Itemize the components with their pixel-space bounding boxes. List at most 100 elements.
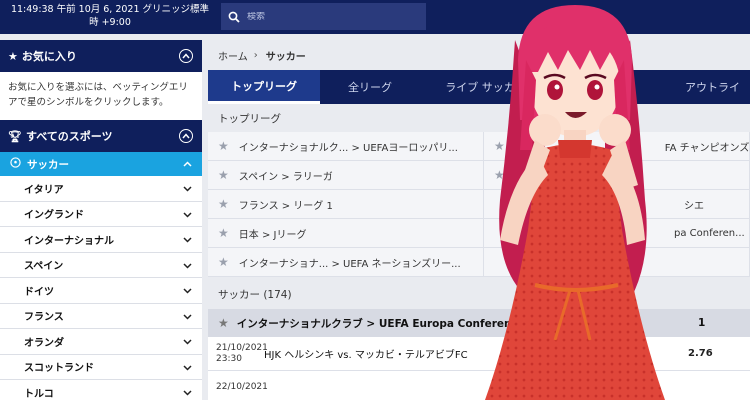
chevron-down-icon xyxy=(183,210,192,221)
league-label-fragment: pa Conferen... xyxy=(674,227,745,239)
sidebar-item-country[interactable]: オランダ xyxy=(0,329,202,355)
sidebar-item-label: スコットランド xyxy=(24,363,94,375)
league-item[interactable]: シエ xyxy=(484,190,750,219)
league-label-fragment: シエ xyxy=(684,200,704,212)
clock-line-1: 11:49:38 午前 10月 6, 2021 グリニッジ標準 xyxy=(10,4,210,15)
sidebar-item-country[interactable]: ドイツ xyxy=(0,278,202,304)
league-label: インターナショナ... > UEFA ネーションズリー... xyxy=(238,258,461,270)
tab-live-soccer[interactable]: ライブ サッカ xyxy=(420,70,540,104)
league-label-fragment: FA チャンピオンズ... xyxy=(664,142,750,154)
sidebar-item-label: イタリア xyxy=(24,184,64,196)
tab-all-leagues[interactable]: 全リーグ xyxy=(320,70,420,104)
match-date: 22/10/2021 xyxy=(216,382,268,392)
match-teams: HJK ヘルシンキ vs. マッカビ・テルアビブFC xyxy=(264,350,468,361)
competition-header[interactable]: ★ インターナショナルクラブ > UEFA Europa Conferen 1 xyxy=(208,309,750,337)
soccer-count: サッカー (174) xyxy=(218,288,292,301)
star-icon: ★ xyxy=(8,49,18,63)
sidebar-item-country[interactable]: フランス xyxy=(0,303,202,329)
match-time: 23:30 xyxy=(216,353,242,364)
favorites-description: お気に入りを選ぶには、ベッティングエリアで星のシンボルをクリックします。 xyxy=(8,82,188,108)
league-label: 日本 > Jリーグ xyxy=(238,229,307,241)
match-row[interactable]: 21/10/2021 23:30 HJK ヘルシンキ vs. マッカビ・テルアビ… xyxy=(208,337,750,371)
sidebar-item-country[interactable]: スコットランド xyxy=(0,354,202,380)
top-leagues-title: トップリーグ xyxy=(208,104,750,132)
star-icon[interactable]: ★ xyxy=(218,255,229,269)
trophy-icon: 🏆︎ xyxy=(8,129,22,143)
competition-label: インターナショナルクラブ > UEFA Europa Conferen xyxy=(236,317,512,330)
collapse-icon[interactable] xyxy=(179,129,193,143)
sidebar-item-label: イングランド xyxy=(24,210,84,222)
odds-button[interactable]: 2.76 xyxy=(688,348,713,359)
soccer-ball-icon xyxy=(10,157,21,171)
league-label: スペイン > ラリーガ xyxy=(238,171,333,183)
league-label: フランス > リーグ 1 xyxy=(238,200,333,212)
league-label: イ xyxy=(514,142,525,154)
sidebar-item-label: インターナショナル xyxy=(24,235,114,247)
sidebar-item-label: トルコ xyxy=(24,388,54,400)
chevron-down-icon xyxy=(183,388,192,399)
odds-column-header: 1 xyxy=(698,317,706,329)
chevron-down-icon xyxy=(183,337,192,348)
breadcrumb-current: サッカー xyxy=(265,51,306,63)
sidebar-item-country[interactable]: トルコ xyxy=(0,380,202,400)
sidebar-item-country[interactable]: イタリア xyxy=(0,176,202,202)
favorites-title: お気に入り xyxy=(21,50,77,63)
sidebar-item-country[interactable]: スペイン xyxy=(0,252,202,278)
search-input[interactable] xyxy=(247,11,417,22)
top-bar: 11:49:38 午前 10月 6, 2021 グリニッジ標準 時 +9:00 xyxy=(0,0,750,34)
sidebar-item-label: スペイン xyxy=(24,261,64,273)
league-item[interactable]: ★ インターナショナ... > UEFA ネーションズリー... xyxy=(208,248,484,277)
chevron-right-icon: › xyxy=(253,49,258,61)
collapse-icon[interactable] xyxy=(179,49,193,63)
star-icon[interactable]: ★ xyxy=(218,226,229,240)
match-row[interactable]: 22/10/2021 xyxy=(208,371,750,400)
sidebar-item-country[interactable]: イングランド xyxy=(0,201,202,227)
all-sports-title: すべてのスポーツ xyxy=(25,130,113,143)
chevron-down-icon xyxy=(183,312,192,323)
star-icon[interactable]: ★ xyxy=(494,168,505,182)
chevron-down-icon xyxy=(183,286,192,297)
star-icon[interactable]: ★ xyxy=(494,139,505,153)
chevron-up-icon xyxy=(183,158,192,170)
clock: 11:49:38 午前 10月 6, 2021 グリニッジ標準 時 +9:00 xyxy=(10,3,210,29)
league-item[interactable]: ★ イ FA チャンピオンズ... xyxy=(484,132,750,161)
match-datetime: 22/10/2021 xyxy=(208,382,268,393)
chevron-down-icon xyxy=(183,261,192,272)
all-sports-header[interactable]: 🏆︎ すべてのスポーツ xyxy=(0,120,202,152)
chevron-down-icon xyxy=(183,184,192,195)
league-item[interactable]: ★ xyxy=(484,161,750,190)
sidebar-item-label: フランス xyxy=(24,312,64,324)
league-item[interactable]: ★ フランス > リーグ 1 xyxy=(208,190,484,219)
tab-top-leagues[interactable]: トップリーグ xyxy=(208,70,320,104)
league-item[interactable]: pa Conferen... xyxy=(484,219,750,248)
clock-line-2: 時 +9:00 xyxy=(89,17,131,28)
tab-bar: トップリーグ 全リーグ ライブ サッカ アウトライ xyxy=(208,70,750,104)
chevron-down-icon xyxy=(183,363,192,374)
sidebar-item-label: ドイツ xyxy=(24,286,54,298)
main-content: ホーム › サッカー トップリーグ 全リーグ ライブ サッカ アウトライ トップ… xyxy=(208,40,750,400)
star-icon[interactable]: ★ xyxy=(218,197,229,211)
sidebar-item-country[interactable]: インターナショナル xyxy=(0,227,202,253)
match-datetime: 21/10/2021 23:30 xyxy=(208,342,268,365)
star-icon[interactable]: ★ xyxy=(218,168,229,182)
league-item[interactable]: ★ インターナショナルク... > UEFAヨーロッパリ... xyxy=(208,132,484,161)
league-label: インターナショナルク... > UEFAヨーロッパリ... xyxy=(238,142,458,154)
breadcrumb: ホーム › サッカー xyxy=(208,40,750,70)
sidebar-item-label: サッカー xyxy=(27,158,69,171)
sidebar-item-soccer[interactable]: サッカー xyxy=(0,152,202,176)
star-icon[interactable]: ★ xyxy=(218,139,229,153)
search-box[interactable] xyxy=(221,3,426,30)
star-icon[interactable]: ★ xyxy=(218,316,229,330)
league-grid: ★ インターナショナルク... > UEFAヨーロッパリ... ★ イ FA チャンピ… xyxy=(208,132,750,277)
league-item[interactable] xyxy=(484,248,750,277)
search-icon[interactable] xyxy=(221,3,247,30)
breadcrumb-home[interactable]: ホーム xyxy=(218,48,248,63)
sidebar: ★ お気に入り お気に入りを選ぶには、ベッティングエリアで星のシンボルをクリック… xyxy=(0,40,202,400)
favorites-header[interactable]: ★ お気に入り xyxy=(0,40,202,72)
sidebar-item-label: オランダ xyxy=(24,337,64,349)
chevron-down-icon xyxy=(183,235,192,246)
league-item[interactable]: ★ 日本 > Jリーグ xyxy=(208,219,484,248)
tab-outright[interactable]: アウトライ xyxy=(540,70,750,104)
league-item[interactable]: ★ スペイン > ラリーガ xyxy=(208,161,484,190)
match-date: 21/10/2021 xyxy=(216,342,268,353)
